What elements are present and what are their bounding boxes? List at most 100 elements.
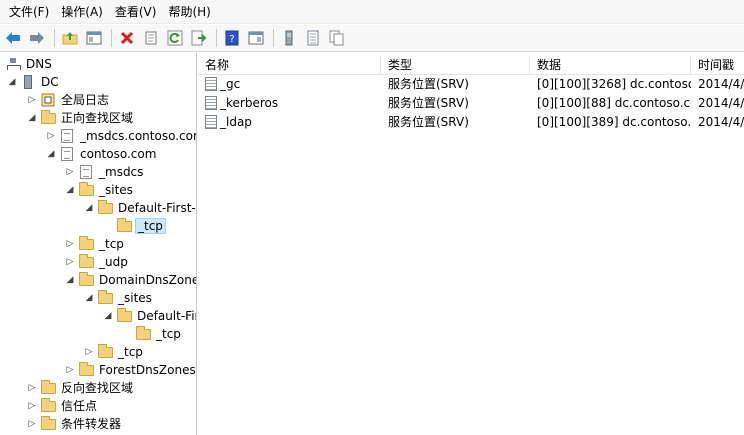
expand-arrow-icon[interactable]: ▷	[26, 418, 38, 430]
tree-label: Default-First-Site-Name	[118, 201, 196, 215]
folder-icon	[40, 397, 56, 413]
expand-arrow-icon[interactable]: ▷	[64, 238, 76, 250]
record-icon[interactable]	[302, 27, 324, 49]
tree-item-domaindnszones-default-first-site[interactable]: ◢ Default-First-Site-Name	[102, 307, 197, 325]
menu-help[interactable]: 帮助(H)	[162, 1, 216, 23]
refresh-icon[interactable]	[164, 27, 186, 49]
tree-item-tcp[interactable]: ▷ _tcp	[64, 235, 126, 253]
tree-label: _tcp	[99, 237, 124, 251]
column-header-type[interactable]: 类型	[381, 56, 530, 75]
tree-item-sites[interactable]: ◢ _sites	[64, 181, 135, 199]
export-list-icon[interactable]	[188, 27, 210, 49]
record-data: [0][100][3268] dc.contoso.com.	[537, 77, 691, 91]
tree-item-dns[interactable]: DNS	[3, 55, 54, 73]
folder-icon	[97, 343, 113, 359]
tree-label: Default-First-Site-Name	[137, 309, 197, 323]
collapse-arrow-icon[interactable]: ◢	[102, 310, 114, 322]
folder-icon	[135, 325, 151, 341]
record-name: _kerberos	[220, 96, 279, 110]
collapse-arrow-icon[interactable]: ◢	[64, 274, 76, 286]
tree-item-reverse-lookup-zones[interactable]: ▷ 反向查找区域	[26, 379, 135, 397]
tree-label: DomainDnsZones	[99, 273, 197, 287]
record-data: [0][100][88] dc.contoso.com.	[537, 96, 691, 110]
zone-icon	[59, 147, 75, 161]
tree-item-conditional-forwarders[interactable]: ▷ 条件转发器	[26, 415, 123, 433]
tree-item-trust-points[interactable]: ▷ 信任点	[26, 397, 99, 415]
record-name: _gc	[220, 77, 241, 91]
expand-arrow-icon[interactable]: ▷	[45, 130, 57, 142]
tree-item-msdcs-zone[interactable]: ▷ _msdcs.contoso.com	[45, 127, 196, 145]
tree-label: 正向查找区域	[61, 111, 134, 125]
folder-icon	[78, 181, 94, 197]
expand-arrow-icon[interactable]: ▷	[64, 364, 76, 376]
tree-item-tcp-selected[interactable]: _tcp	[102, 217, 166, 235]
table-row[interactable]: _gc 服务位置(SRV) [0][100][3268] dc.contoso.…	[198, 75, 744, 94]
srv-record-icon	[205, 96, 217, 110]
help-icon[interactable]: ?	[221, 27, 243, 49]
tree-label: _tcp	[156, 327, 181, 341]
record-timestamp: 2014/4/9	[698, 96, 744, 110]
tree-label: _tcp	[135, 218, 166, 234]
server-icon[interactable]	[278, 27, 300, 49]
record-data: [0][100][389] dc.contoso.com.	[537, 115, 691, 129]
srv-record-icon	[205, 115, 217, 129]
forward-icon[interactable]	[26, 27, 48, 49]
record-list[interactable]: 名称 类型 数据 时间戳 _gc 服务位置(SRV) [0][100][3268…	[198, 53, 744, 435]
menu-view[interactable]: 查看(V)	[109, 1, 163, 23]
tree-item-domaindnszones-site-tcp[interactable]: _tcp	[121, 325, 183, 343]
collapse-arrow-icon[interactable]: ◢	[6, 76, 18, 88]
folder-icon	[40, 109, 56, 125]
column-header-data[interactable]: 数据	[530, 56, 691, 75]
expand-arrow-icon[interactable]: ▷	[26, 400, 38, 412]
tree-label: 信任点	[61, 399, 98, 413]
expand-arrow-icon[interactable]: ▷	[26, 94, 38, 106]
properties-icon[interactable]	[140, 27, 162, 49]
delete-icon[interactable]	[116, 27, 138, 49]
collapse-arrow-icon[interactable]: ◢	[26, 112, 38, 124]
tree-item-forestdnszones[interactable]: ▷ ForestDnsZones	[64, 361, 196, 379]
collapse-arrow-icon[interactable]: ◢	[45, 148, 57, 160]
svg-text:?: ?	[229, 34, 234, 45]
zone-icon	[59, 129, 75, 143]
tree-label: contoso.com	[80, 147, 157, 161]
collapse-arrow-icon[interactable]: ◢	[83, 292, 95, 304]
tree-item-domaindnszones-tcp[interactable]: ▷ _tcp	[83, 343, 145, 361]
tree-item-forward-lookup-zones[interactable]: ◢ 正向查找区域	[26, 109, 135, 127]
tree-item-msdcs[interactable]: ▷ _msdcs	[64, 163, 145, 181]
back-icon[interactable]	[2, 27, 24, 49]
copy-icon[interactable]	[326, 27, 348, 49]
tree-item-domaindnszones[interactable]: ◢ DomainDnsZones	[64, 271, 197, 289]
show-action-pane-icon[interactable]	[245, 27, 267, 49]
tree-item-dc[interactable]: ◢ DC	[6, 73, 61, 91]
tree-label: _msdcs	[99, 165, 144, 179]
menu-action[interactable]: 操作(A)	[55, 1, 109, 23]
table-row[interactable]: _ldap 服务位置(SRV) [0][100][389] dc.contoso…	[198, 113, 744, 132]
tree-item-domaindnszones-sites[interactable]: ◢ _sites	[83, 289, 154, 307]
column-header-name[interactable]: 名称	[198, 56, 381, 75]
srv-record-icon	[205, 77, 217, 91]
console-tree[interactable]: DNS ◢ DC ▷ 全局日志 ◢ 正向查找区域 ▷ _msdcs.contos…	[0, 53, 197, 435]
expand-arrow-icon[interactable]: ▷	[83, 346, 95, 358]
expand-arrow-icon[interactable]: ▷	[64, 166, 76, 178]
folder-icon	[78, 253, 94, 269]
delegation-icon	[78, 165, 94, 179]
show-hide-console-tree-icon[interactable]	[83, 27, 105, 49]
collapse-arrow-icon[interactable]: ◢	[83, 202, 95, 214]
tree-label: DNS	[26, 57, 52, 71]
expand-arrow-icon[interactable]: ▷	[26, 382, 38, 394]
collapse-arrow-icon[interactable]: ◢	[64, 184, 76, 196]
column-header-timestamp[interactable]: 时间戳	[691, 56, 744, 75]
record-type: 服务位置(SRV)	[388, 96, 469, 110]
tree-item-global-logs[interactable]: ▷ 全局日志	[26, 91, 111, 109]
tree-item-contoso-zone[interactable]: ◢ contoso.com	[45, 145, 158, 163]
dns-icon	[5, 57, 21, 71]
tree-item-udp[interactable]: ▷ _udp	[64, 253, 130, 271]
up-folder-icon[interactable]	[59, 27, 81, 49]
tree-item-default-first-site[interactable]: ◢ Default-First-Site-Name	[83, 199, 196, 217]
table-row[interactable]: _kerberos 服务位置(SRV) [0][100][88] dc.cont…	[198, 94, 744, 113]
expand-arrow-icon[interactable]: ▷	[64, 256, 76, 268]
folder-icon	[78, 361, 94, 377]
menu-file[interactable]: 文件(F)	[3, 1, 55, 23]
